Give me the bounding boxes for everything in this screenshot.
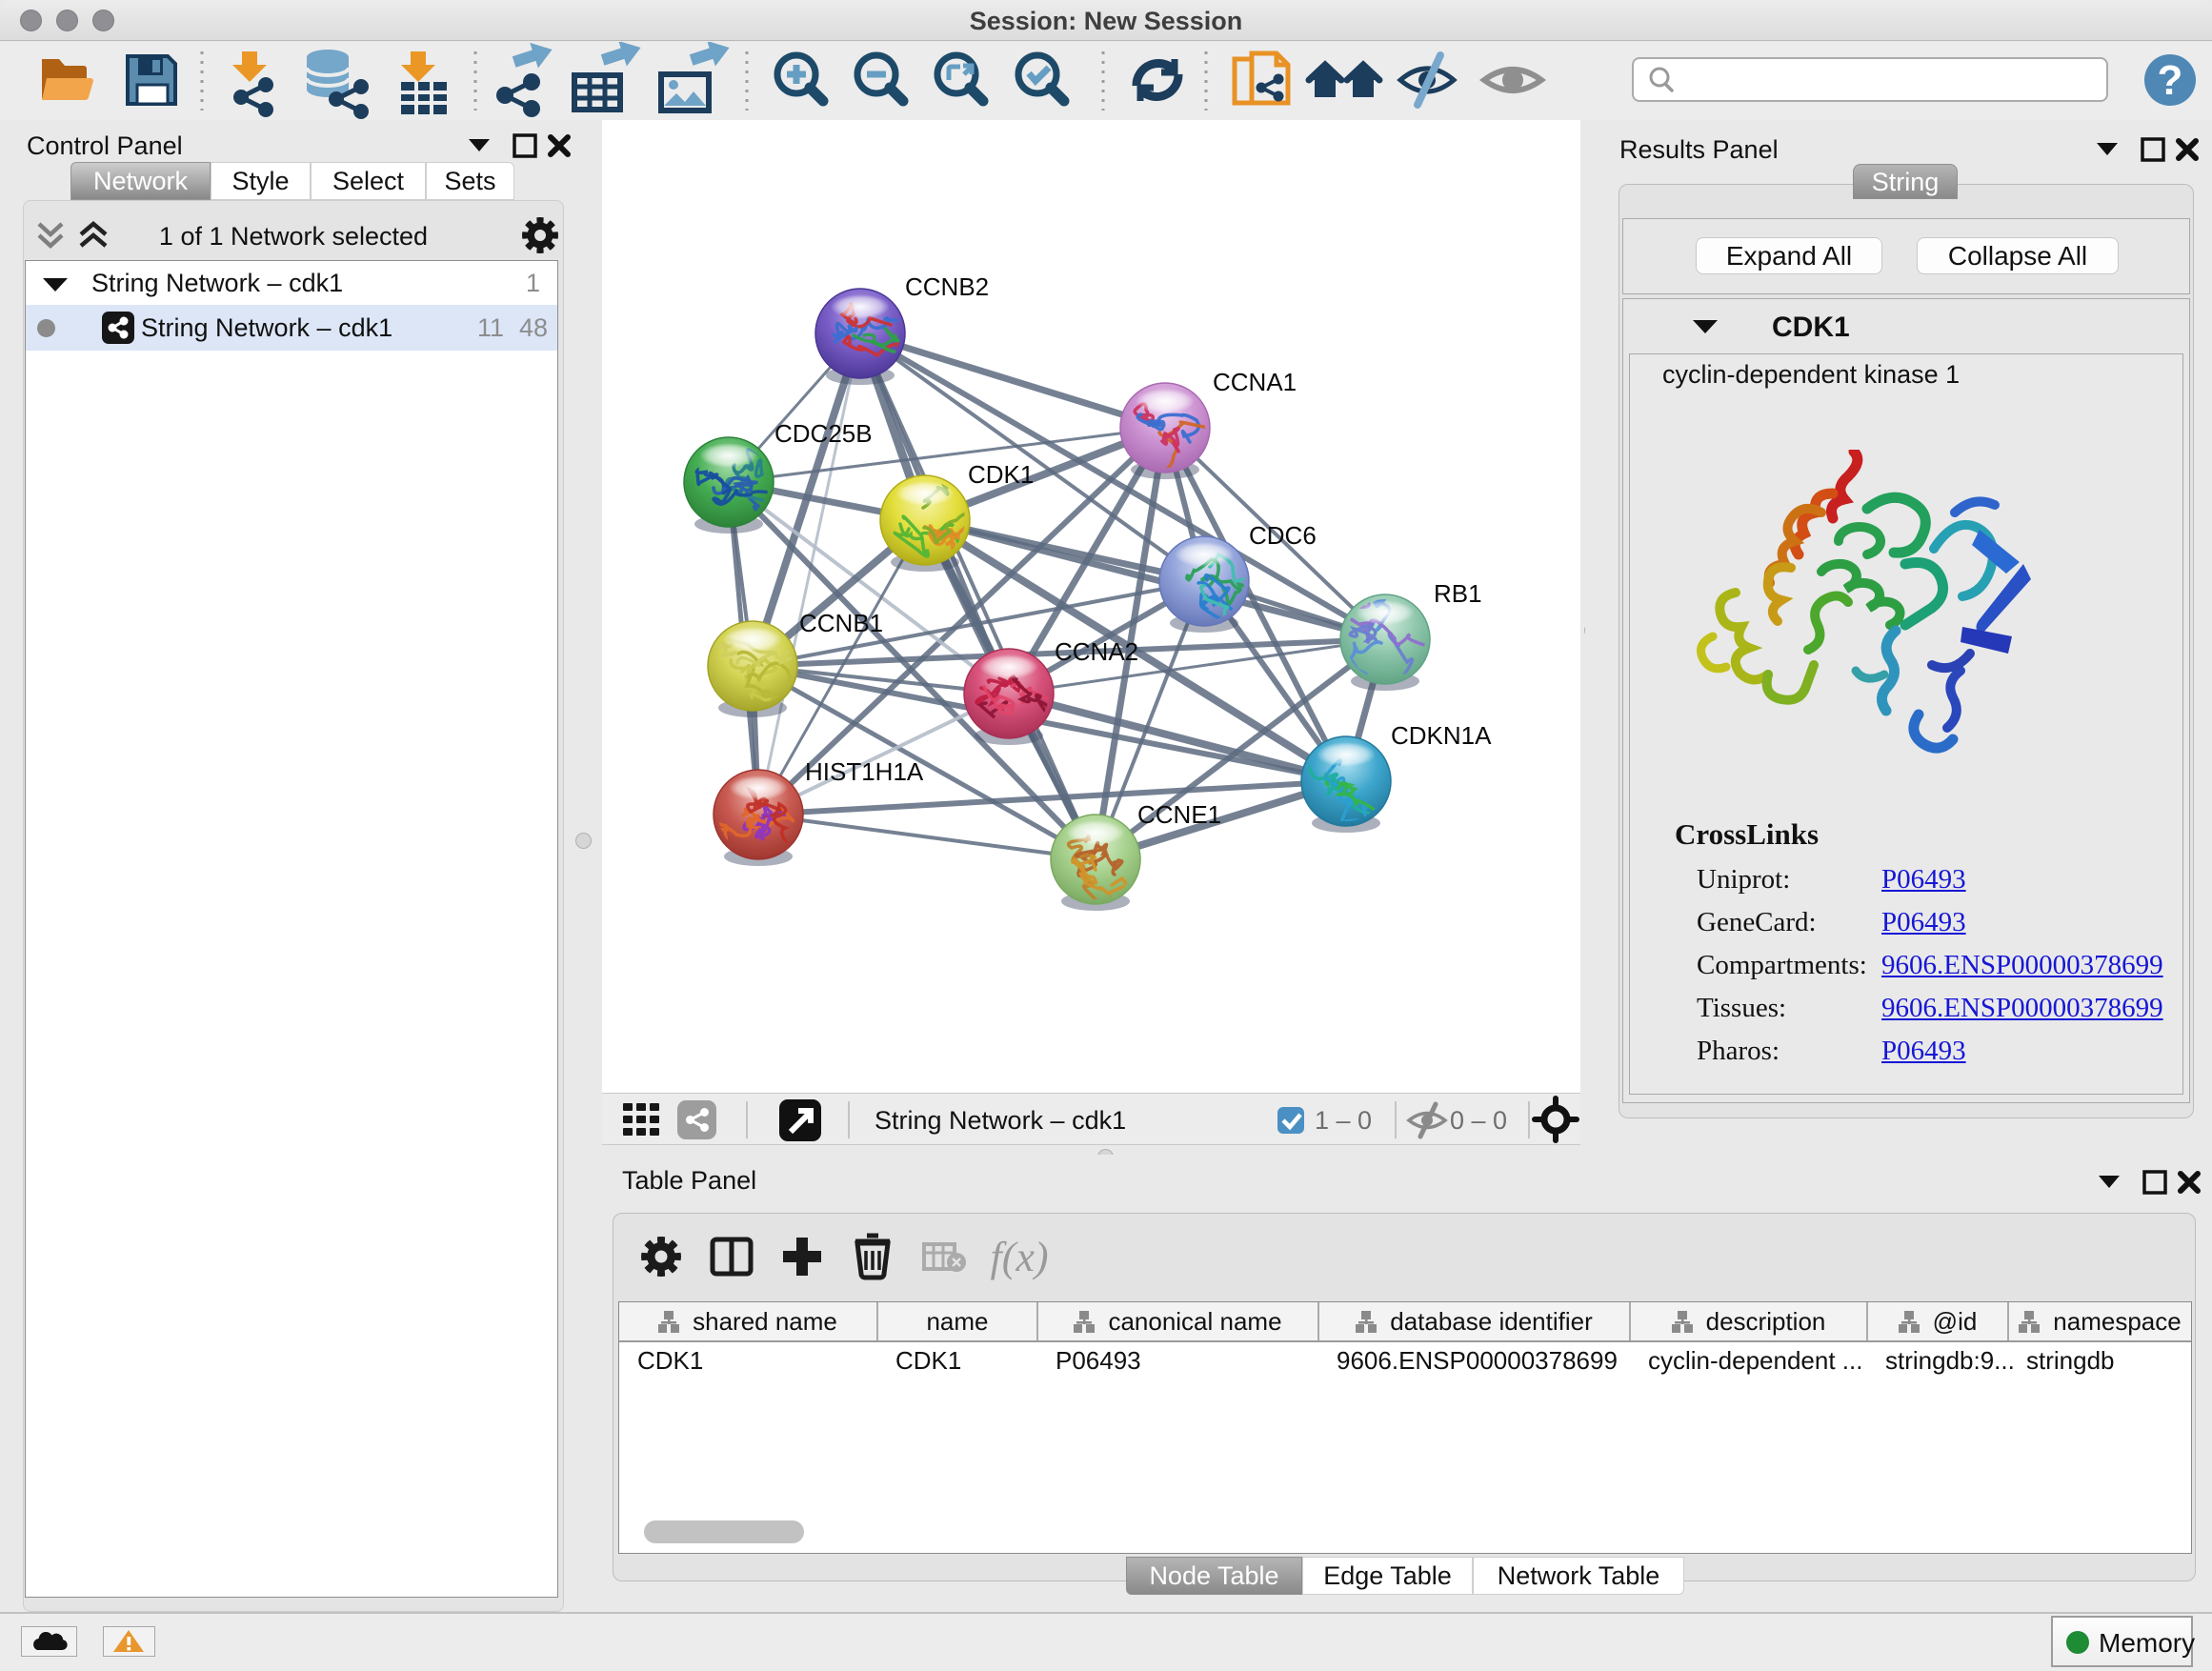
svg-text:CCNB2: CCNB2 <box>905 272 989 301</box>
svg-text:HIST1H1A: HIST1H1A <box>805 757 924 786</box>
svg-text:1 – 0: 1 – 0 <box>1315 1106 1372 1135</box>
svg-text:CCNA2: CCNA2 <box>1055 637 1138 666</box>
svg-text:CCNE1: CCNE1 <box>1137 800 1221 829</box>
svg-text:?: ? <box>2158 57 2183 104</box>
svg-text:CDC25B: CDC25B <box>774 419 873 448</box>
svg-text:CCNA1: CCNA1 <box>1213 368 1297 396</box>
svg-text:CCNB1: CCNB1 <box>799 609 883 637</box>
svg-text:CDKN1A: CDKN1A <box>1391 721 1492 750</box>
svg-text:RB1: RB1 <box>1434 579 1482 608</box>
svg-text:f(x): f(x) <box>990 1234 1048 1280</box>
svg-text:String Network – cdk1: String Network – cdk1 <box>875 1106 1126 1135</box>
svg-text:CDK1: CDK1 <box>968 460 1034 489</box>
svg-text:CDC6: CDC6 <box>1249 521 1317 550</box>
svg-text:0 – 0: 0 – 0 <box>1450 1106 1507 1135</box>
